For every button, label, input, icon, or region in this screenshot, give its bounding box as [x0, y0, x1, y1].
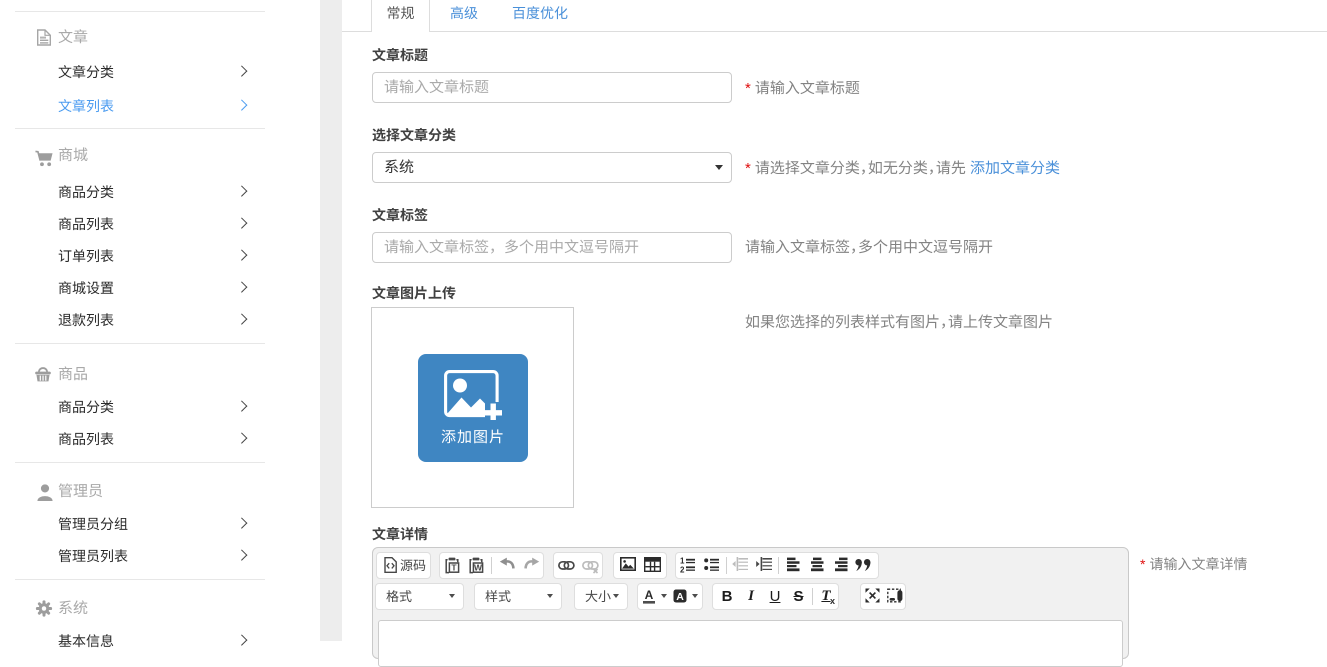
svg-text:2: 2 [680, 566, 685, 574]
svg-text:T: T [451, 562, 457, 572]
svg-text:W: W [474, 562, 483, 572]
svg-text:1: 1 [680, 557, 685, 566]
svg-text:A: A [676, 591, 684, 603]
svg-text:A: A [645, 588, 654, 602]
